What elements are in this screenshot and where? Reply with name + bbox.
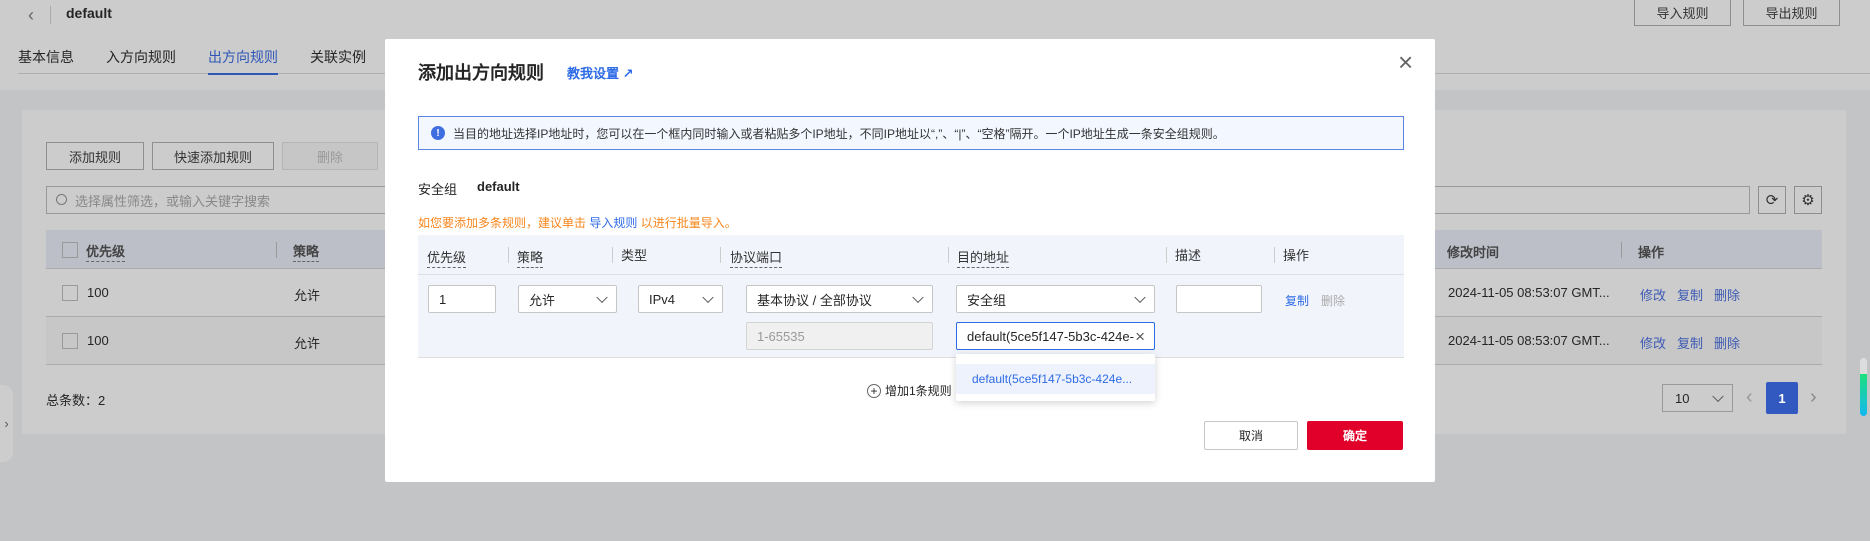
search-icon (56, 194, 67, 205)
column-modified-time: 修改时间 (1447, 245, 1500, 260)
row-policy: 允许 (294, 336, 321, 351)
column-actions: 操作 (1638, 245, 1665, 260)
next-page-button[interactable]: › (1810, 386, 1817, 409)
column-policy: 策略 (293, 241, 320, 262)
delete-link[interactable]: 删除 (1714, 285, 1740, 304)
prev-page-button[interactable]: ‹ (1746, 386, 1753, 409)
priority-input[interactable]: 1 (428, 285, 496, 313)
rule-table: 优先级 策略 类型 协议端口 目的地址 描述 操作 1 允许 IPv4 基本协议… (418, 235, 1404, 358)
clear-icon[interactable]: × (1135, 327, 1145, 347)
info-alert: ! 当目的地址选择IP地址时，您可以在一个框内同时输入或者粘贴多个IP地址，不同… (418, 116, 1404, 150)
chevron-down-icon (912, 291, 924, 304)
chevron-down-icon (702, 291, 714, 304)
row-policy: 允许 (294, 288, 321, 303)
edit-link[interactable]: 修改 (1640, 333, 1666, 352)
column-protocol-port: 协议端口 (730, 247, 783, 268)
info-icon: ! (431, 126, 445, 140)
column-divider (948, 247, 949, 263)
delete-button[interactable]: 删除 (282, 142, 378, 170)
quick-add-rule-button[interactable]: 快速添加规则 (152, 142, 274, 170)
column-destination: 目的地址 (957, 247, 1010, 268)
column-divider (1166, 247, 1167, 263)
import-rules-link[interactable]: 导入规则 (589, 216, 637, 230)
policy-select[interactable]: 允许 (518, 285, 617, 313)
import-rules-button[interactable]: 导入规则 (1634, 0, 1731, 26)
edit-link[interactable]: 修改 (1640, 285, 1666, 304)
plus-circle-icon: + (867, 383, 881, 398)
column-policy: 策略 (517, 247, 544, 268)
column-priority: 优先级 (86, 241, 126, 262)
back-icon[interactable]: ‹ (28, 6, 40, 24)
select-all-checkbox[interactable] (62, 242, 78, 258)
chevron-down-icon (1134, 291, 1146, 304)
destination-type-select[interactable]: 安全组 (956, 285, 1155, 313)
row-modified: 2024-11-05 08:53:07 GMT... (1448, 333, 1610, 348)
help-link[interactable]: 教我设置 ↗ (567, 63, 634, 82)
page-title: default (66, 5, 112, 21)
gear-icon: ⚙ (1801, 192, 1815, 209)
tab-inbound-rules[interactable]: 入方向规则 (106, 47, 176, 67)
add-rule-button[interactable]: 添加规则 (46, 142, 144, 170)
confirm-button[interactable]: 确定 (1307, 421, 1403, 450)
bulk-import-tip: 如您要添加多条规则，建议单击 导入规则 以进行批量导入。 (418, 216, 737, 230)
settings-button[interactable]: ⚙ (1794, 186, 1822, 214)
dropdown-option[interactable]: default(5ce5f147-5b3c-424e... (956, 364, 1155, 394)
column-divider (612, 247, 613, 263)
column-actions: 操作 (1283, 248, 1310, 263)
delete-rule-link[interactable]: 删除 (1321, 292, 1345, 309)
port-input[interactable]: 1-65535 (746, 322, 933, 350)
add-rule-row-button[interactable]: + 增加1条规则 (867, 382, 952, 399)
row-modified: 2024-11-05 08:53:07 GMT... (1448, 285, 1610, 300)
column-divider (276, 242, 277, 258)
copy-link[interactable]: 复制 (1677, 285, 1703, 304)
tab-basic-info[interactable]: 基本信息 (18, 47, 74, 67)
delete-link[interactable]: 删除 (1714, 333, 1740, 352)
dialog-title: 添加出方向规则 (418, 63, 544, 83)
rule-table-header-border (418, 274, 1404, 275)
sidebar-expand-handle[interactable]: › (0, 385, 13, 462)
page-1-button[interactable]: 1 (1766, 382, 1798, 414)
chevron-down-icon (1712, 390, 1724, 403)
external-link-icon: ↗ (622, 66, 634, 81)
copy-link[interactable]: 复制 (1677, 333, 1703, 352)
export-rules-button[interactable]: 导出规则 (1743, 0, 1840, 26)
destination-input[interactable]: default(5ce5f147-5b3c-424e- × (956, 322, 1155, 350)
row-checkbox[interactable] (62, 285, 78, 301)
type-select[interactable]: IPv4 (638, 285, 723, 313)
description-input[interactable] (1176, 285, 1262, 313)
column-priority: 优先级 (427, 247, 467, 268)
total-count: 总条数：2 (46, 393, 106, 408)
column-divider (1621, 242, 1622, 258)
add-outbound-rule-dialog: 添加出方向规则 教我设置 ↗ × ! 当目的地址选择IP地址时，您可以在一个框内… (385, 39, 1435, 482)
cancel-button[interactable]: 取消 (1204, 421, 1298, 450)
tab-outbound-rules[interactable]: 出方向规则 (208, 47, 278, 75)
chevron-down-icon (596, 291, 608, 304)
protocol-select[interactable]: 基本协议 / 全部协议 (746, 285, 933, 313)
refresh-button[interactable]: ⟳ (1758, 186, 1786, 214)
column-divider (1274, 247, 1275, 263)
close-icon[interactable]: × (1398, 47, 1413, 78)
row-checkbox[interactable] (62, 333, 78, 349)
refresh-icon: ⟳ (1765, 192, 1779, 209)
header-divider (50, 6, 51, 24)
row-priority: 100 (87, 333, 109, 348)
column-description: 描述 (1175, 248, 1202, 263)
tab-associated-instances[interactable]: 关联实例 (310, 47, 366, 67)
column-type: 类型 (621, 248, 648, 263)
copy-rule-link[interactable]: 复制 (1285, 292, 1309, 309)
column-divider (508, 247, 509, 263)
column-divider (720, 247, 721, 263)
security-group-value: default (477, 179, 520, 194)
destination-dropdown: default(5ce5f147-5b3c-424e... (956, 354, 1155, 401)
security-group-label: 安全组 (418, 182, 458, 197)
row-priority: 100 (87, 285, 109, 300)
scrollbar[interactable] (1860, 358, 1867, 416)
page-size-select[interactable]: 10 (1662, 384, 1733, 412)
